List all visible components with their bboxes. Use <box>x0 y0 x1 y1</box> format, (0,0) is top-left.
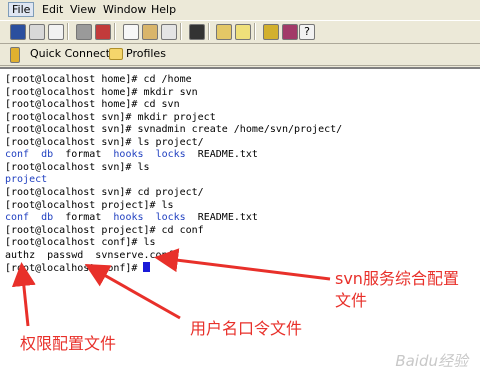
toolbar-separator <box>254 23 256 40</box>
terminal-text: [root@localhost svn]# cd project/ <box>5 186 204 198</box>
terminal-dir-name: locks <box>155 149 186 161</box>
terminal-line: [root@localhost project]# cd conf <box>5 225 204 237</box>
terminal-text: [root@localhost project]# cd conf <box>5 224 204 236</box>
menu-bar: File Edit View Window Help <box>0 0 480 19</box>
help-book-icon[interactable] <box>282 24 298 40</box>
terminal-line: [root@localhost conf]# <box>5 262 151 275</box>
terminal-line: [root@localhost svn]# svnadmin create /h… <box>5 124 342 136</box>
terminal-dir-name: hooks <box>113 149 144 161</box>
connect-icon[interactable] <box>95 24 111 40</box>
terminal-text: authz passwd svnserve.conf <box>5 249 174 261</box>
terminal-line: conf db format hooks locks README.txt <box>5 212 258 224</box>
terminal-text: [root@localhost project]# ls <box>5 199 174 211</box>
annotation-passwd: 用户名口令文件 <box>190 319 303 338</box>
quick-connect-button[interactable]: Quick Connect <box>30 47 110 60</box>
terminal-text: README.txt <box>185 149 258 161</box>
file-transfer-icon[interactable] <box>216 24 232 40</box>
terminal-dir-name: db <box>41 149 54 161</box>
terminal-line: [root@localhost home]# mkdir svn <box>5 87 198 99</box>
keys-icon[interactable] <box>263 24 279 40</box>
terminal-line: [root@localhost home]# cd svn <box>5 99 180 111</box>
copy-paste-icon[interactable] <box>161 24 177 40</box>
print-preview-icon[interactable] <box>48 24 64 40</box>
watermark: Baidu经验 <box>395 352 468 370</box>
annotation-authz: 权限配置文件 <box>20 334 117 353</box>
terminal-text: [root@localhost home]# cd svn <box>5 99 180 111</box>
quick-connect-icon[interactable] <box>10 47 20 63</box>
toolbar-separator <box>180 23 182 40</box>
terminal-line: authz passwd svnserve.conf <box>5 250 174 262</box>
toolbar-separator <box>208 23 210 40</box>
terminal-cursor <box>143 262 151 273</box>
terminal-line: [root@localhost svn]# cd project/ <box>5 187 204 199</box>
menu-file[interactable]: File <box>8 2 35 17</box>
terminal-text: [root@localhost svn]# ls <box>5 161 150 173</box>
terminal-line: conf db format hooks locks README.txt <box>5 149 258 161</box>
terminal-text: [root@localhost conf]# ls <box>5 237 156 249</box>
quick-bar: Quick Connect Profiles <box>0 43 480 66</box>
terminal-text: [root@localhost home]# cd /home <box>5 74 192 85</box>
find-icon[interactable] <box>189 24 205 40</box>
terminal-line: [root@localhost svn]# ls project/ <box>5 137 204 149</box>
terminal-line: [root@localhost svn]# ls <box>5 162 150 174</box>
terminal-dir-name: db <box>41 212 54 224</box>
terminal-dir-name: conf <box>5 212 30 224</box>
terminal-line: [root@localhost home]# cd /home <box>5 74 192 86</box>
toolbar-separator <box>67 23 69 40</box>
terminal-text: README.txt <box>185 212 258 224</box>
terminal-dir-name: project <box>5 174 48 186</box>
terminal-line: [root@localhost project]# ls <box>5 200 174 212</box>
terminal-line: [root@localhost conf]# ls <box>5 237 156 249</box>
profiles-button[interactable]: Profiles <box>126 47 166 60</box>
toolbar-separator <box>114 23 116 40</box>
copy-icon[interactable] <box>123 24 139 40</box>
help-icon[interactable]: ? <box>299 24 315 40</box>
menu-edit[interactable]: Edit <box>38 2 67 17</box>
terminal-text: [root@localhost conf]# <box>5 263 144 275</box>
terminal-text: format <box>53 212 114 224</box>
settings-icon[interactable] <box>235 24 251 40</box>
terminal-text: format <box>53 149 114 161</box>
terminal-text: [root@localhost svn]# svnadmin create /h… <box>5 124 343 136</box>
terminal-text: [root@localhost home]# mkdir svn <box>5 86 198 98</box>
terminal-text: [root@localhost svn]# mkdir project <box>5 111 216 123</box>
paste-icon[interactable] <box>142 24 158 40</box>
menu-view[interactable]: View <box>66 2 100 17</box>
folder-icon[interactable] <box>109 48 123 60</box>
terminal-dir-name: hooks <box>113 212 144 224</box>
terminal-line: [root@localhost svn]# mkdir project <box>5 112 216 124</box>
print-icon[interactable] <box>29 24 45 40</box>
terminal-line: project <box>5 174 47 186</box>
terminal-text: [root@localhost svn]# ls project/ <box>5 136 204 148</box>
annotation-svnserve: svn服务综合配置 文件 <box>335 269 459 310</box>
terminal-dir-name: locks <box>155 212 186 224</box>
menu-window[interactable]: Window <box>99 2 150 17</box>
terminal-dir-name: conf <box>5 149 30 161</box>
toolbar: ? <box>0 20 480 44</box>
menu-help[interactable]: Help <box>147 2 180 17</box>
save-icon[interactable] <box>10 24 26 40</box>
disconnect-icon[interactable] <box>76 24 92 40</box>
